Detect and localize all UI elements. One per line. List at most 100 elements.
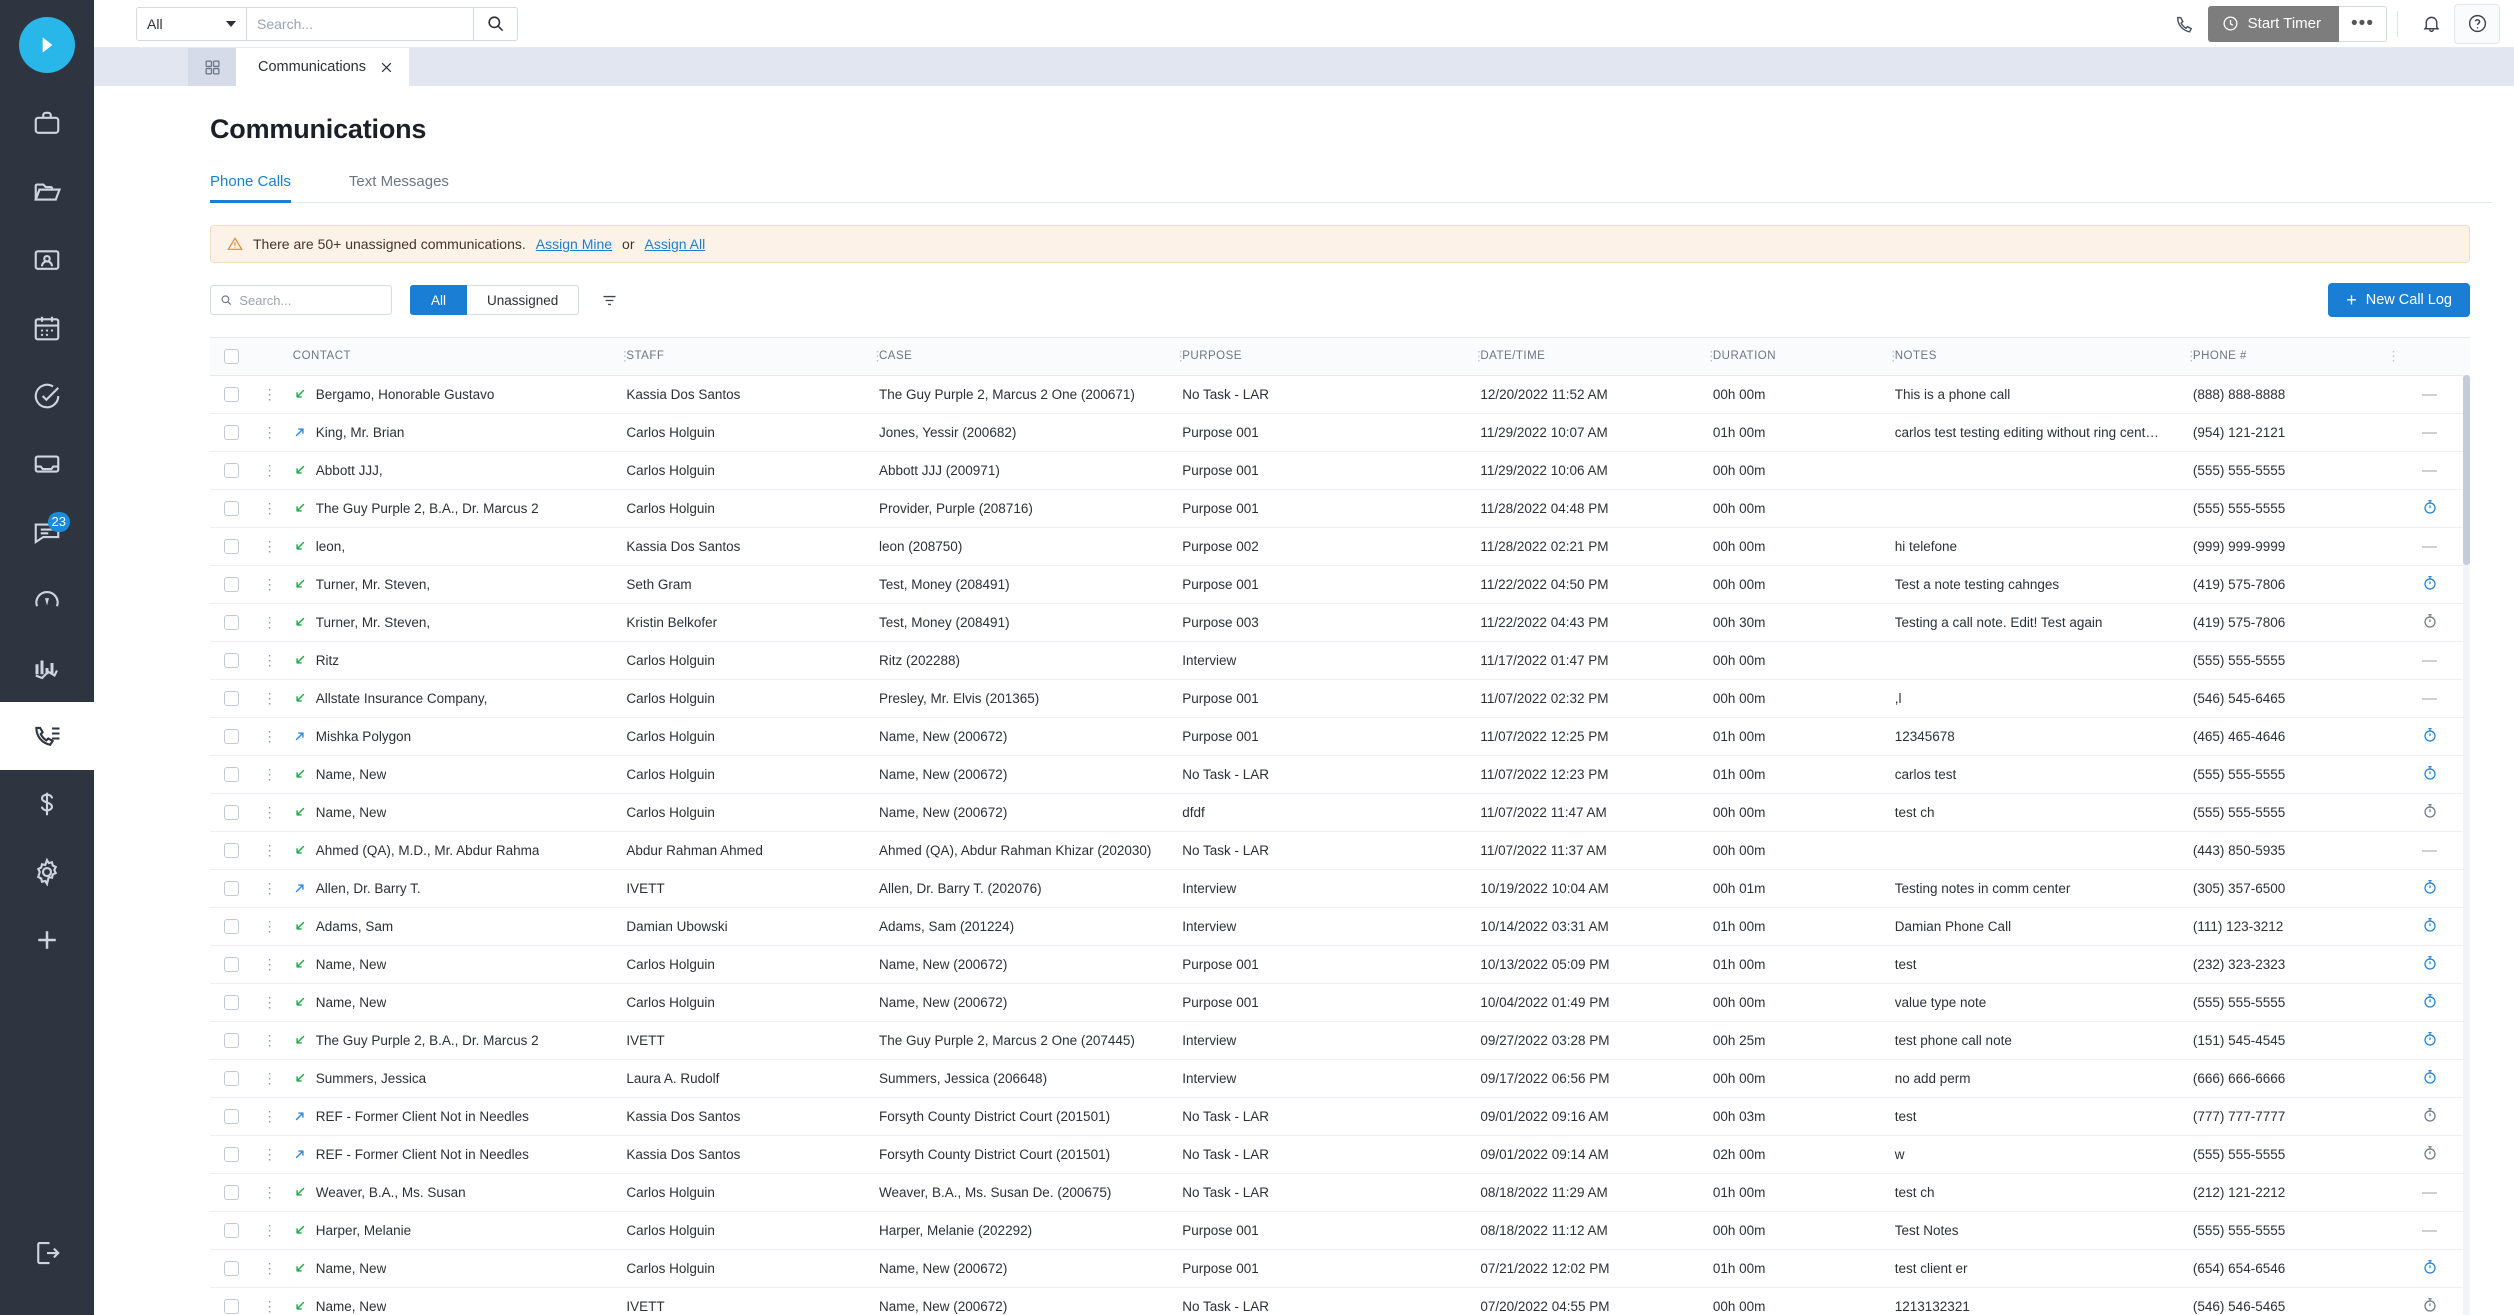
timer-action-button[interactable] (2422, 499, 2438, 518)
header-phone[interactable]: ⋮ PHONE # (2185, 338, 2390, 376)
row-menu-button[interactable]: ⋮ (263, 652, 277, 668)
row-menu-button[interactable]: ⋮ (263, 386, 277, 402)
column-grip-icon[interactable]: ⋮ (1174, 350, 1188, 363)
timer-action-button[interactable] (2422, 1069, 2438, 1088)
sidebar-item-documents[interactable] (0, 158, 94, 226)
table-scrollbar[interactable] (2463, 375, 2470, 1315)
app-logo[interactable] (0, 0, 94, 90)
row-checkbox[interactable] (223, 614, 239, 630)
timer-action-button[interactable] (2422, 575, 2438, 594)
table-row[interactable]: ⋮ Allen, Dr. Barry T. IVETT Allen, Dr. Barr… (210, 869, 2470, 908)
table-row[interactable]: ⋮ Turner, Mr. Steven, Kristin Belkofer Test… (210, 603, 2470, 642)
timer-action-button[interactable] (2422, 803, 2438, 822)
table-row[interactable]: ⋮ Name, New Carlos Holguin Name, New (20067… (210, 945, 2470, 984)
advanced-filter-button[interactable] (601, 292, 618, 309)
timer-more-button[interactable]: ••• (2339, 5, 2387, 42)
row-checkbox[interactable] (223, 1298, 239, 1314)
timer-action-button[interactable] (2422, 765, 2438, 784)
column-grip-icon[interactable]: ⋮ (1887, 350, 1901, 363)
row-menu-button[interactable]: ⋮ (263, 1222, 277, 1238)
row-checkbox[interactable] (223, 1146, 239, 1162)
tab-phone-calls[interactable]: Phone Calls (210, 173, 291, 203)
global-search-input[interactable] (257, 15, 463, 32)
row-checkbox[interactable] (223, 918, 239, 934)
row-checkbox[interactable] (223, 804, 239, 820)
timer-action-button[interactable] (2422, 955, 2438, 974)
column-grip-icon[interactable]: ⋮ (618, 350, 632, 363)
sidebar-item-messages[interactable]: 23 (0, 498, 94, 566)
row-menu-button[interactable]: ⋮ (263, 462, 277, 478)
start-timer-button[interactable]: Start Timer (2207, 5, 2339, 42)
table-scrollbar-thumb[interactable] (2463, 375, 2470, 565)
assign-all-link[interactable]: Assign All (645, 236, 706, 252)
table-row[interactable]: ⋮ REF - Former Client Not in Needles Kassi… (210, 1097, 2470, 1136)
sidebar-item-dashboard[interactable] (0, 566, 94, 634)
table-row[interactable]: ⋮ Name, New Carlos Holguin Name, New (20067… (210, 1249, 2470, 1288)
table-row[interactable]: ⋮ Ahmed (QA), M.D., Mr. Abdur Rahma Abdur … (210, 831, 2470, 870)
row-menu-button[interactable]: ⋮ (263, 690, 277, 706)
table-row[interactable]: ⋮ REF - Former Client Not in Needles Kassi… (210, 1135, 2470, 1174)
sidebar-item-communications[interactable] (0, 702, 94, 770)
row-menu-button[interactable]: ⋮ (263, 728, 277, 744)
row-menu-button[interactable]: ⋮ (263, 1146, 277, 1162)
new-call-log-button[interactable]: + New Call Log (2328, 283, 2470, 317)
row-checkbox[interactable] (223, 538, 239, 554)
table-row[interactable]: ⋮ Name, New Carlos Holguin Name, New (20067… (210, 983, 2470, 1022)
notifications-button[interactable] (2408, 4, 2454, 44)
table-row[interactable]: ⋮ Adams, Sam Damian Ubowski Adams, Sam (201… (210, 907, 2470, 946)
table-row[interactable]: ⋮ Mishka Polygon Carlos Holguin Name, New (… (210, 717, 2470, 756)
table-row[interactable]: ⋮ Abbott JJJ, Carlos Holguin Abbott JJJ (20… (210, 451, 2470, 490)
tab-communications[interactable]: Communications (236, 48, 409, 86)
row-checkbox[interactable] (223, 386, 239, 402)
row-menu-button[interactable]: ⋮ (263, 1260, 277, 1276)
row-menu-button[interactable]: ⋮ (263, 500, 277, 516)
row-menu-button[interactable]: ⋮ (263, 538, 277, 554)
tab-text-messages[interactable]: Text Messages (349, 173, 449, 203)
row-checkbox[interactable] (223, 652, 239, 668)
table-row[interactable]: ⋮ Weaver, B.A., Ms. Susan Carlos Holguin We… (210, 1173, 2470, 1212)
row-menu-button[interactable]: ⋮ (263, 804, 277, 820)
select-all-checkbox[interactable] (223, 348, 239, 364)
row-checkbox[interactable] (223, 1108, 239, 1124)
column-grip-icon[interactable]: ⋮ (1705, 350, 1719, 363)
table-row[interactable]: ⋮ Name, New Carlos Holguin Name, New (20067… (210, 755, 2470, 794)
timer-action-button[interactable] (2422, 613, 2438, 632)
header-duration[interactable]: ⋮ DURATION (1705, 338, 1889, 376)
timer-action-button[interactable] (2422, 993, 2438, 1012)
timer-action-button[interactable] (2422, 917, 2438, 936)
list-search-input[interactable] (239, 292, 382, 308)
timer-action-button[interactable] (2422, 879, 2438, 898)
row-menu-button[interactable]: ⋮ (263, 766, 277, 782)
app-grid-button[interactable] (188, 48, 236, 86)
table-row[interactable]: ⋮ Bergamo, Honorable Gustavo Kassia Dos Sa… (210, 375, 2470, 414)
sidebar-item-billing[interactable] (0, 770, 94, 838)
table-row[interactable]: ⋮ Ritz Carlos Holguin Ritz (202288) Intervie… (210, 641, 2470, 680)
row-menu-button[interactable]: ⋮ (263, 994, 277, 1010)
global-search-button[interactable] (474, 6, 518, 41)
column-grip-icon[interactable]: ⋮ (2387, 350, 2401, 363)
table-row[interactable]: ⋮ Allstate Insurance Company, Carlos Holgu… (210, 679, 2470, 718)
table-row[interactable]: ⋮ Harper, Melanie Carlos Holguin Harper, Me… (210, 1211, 2470, 1250)
column-grip-icon[interactable]: ⋮ (2185, 350, 2199, 363)
row-checkbox[interactable] (223, 728, 239, 744)
timer-action-button[interactable] (2422, 1259, 2438, 1278)
sidebar-item-calendar[interactable] (0, 294, 94, 362)
sidebar-item-tasks[interactable] (0, 362, 94, 430)
row-checkbox[interactable] (223, 1032, 239, 1048)
table-row[interactable]: ⋮ Name, New IVETT Name, New (200672) No Task… (210, 1287, 2470, 1315)
row-menu-button[interactable]: ⋮ (263, 1108, 277, 1124)
row-menu-button[interactable]: ⋮ (263, 918, 277, 934)
row-menu-button[interactable]: ⋮ (263, 576, 277, 592)
filter-unassigned-button[interactable]: Unassigned (467, 285, 580, 315)
row-checkbox[interactable] (223, 690, 239, 706)
row-checkbox[interactable] (223, 880, 239, 896)
row-menu-button[interactable]: ⋮ (263, 1070, 277, 1086)
timer-action-button[interactable] (2422, 727, 2438, 746)
search-scope-select[interactable]: All (136, 6, 246, 41)
sidebar-item-add[interactable] (0, 906, 94, 974)
sidebar-item-reports[interactable] (0, 634, 94, 702)
column-grip-icon[interactable]: ⋮ (871, 350, 885, 363)
header-case[interactable]: ⋮ CASE (871, 338, 1177, 376)
timer-action-button[interactable] (2422, 1145, 2438, 1164)
sidebar-item-settings[interactable] (0, 838, 94, 906)
